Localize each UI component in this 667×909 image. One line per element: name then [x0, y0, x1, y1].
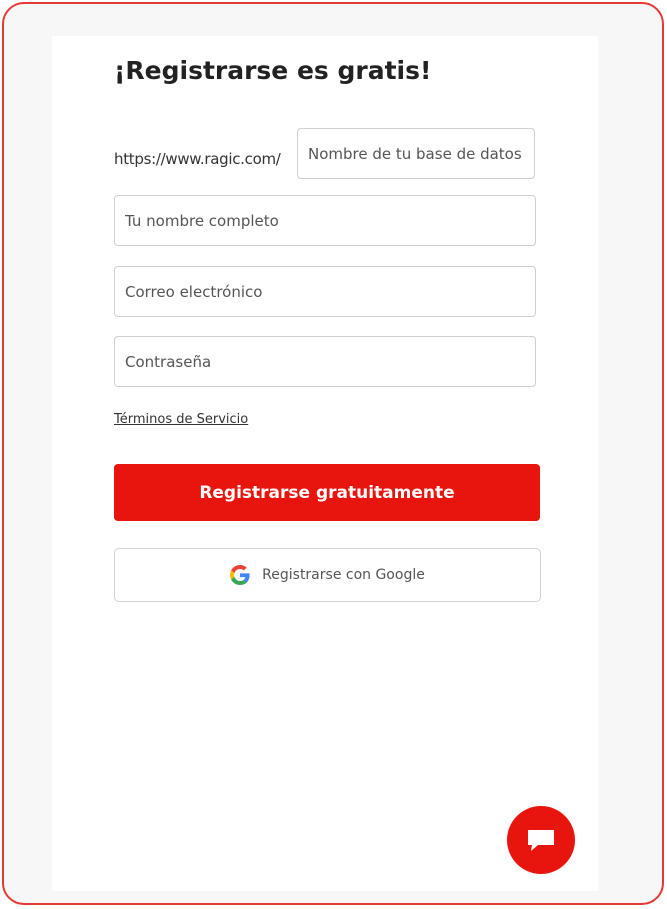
terms-of-service-link[interactable]: Términos de Servicio	[114, 412, 248, 427]
email-field[interactable]	[114, 266, 536, 317]
url-prefix-label: https://www.ragic.com/	[114, 150, 281, 168]
database-name-field[interactable]	[297, 128, 535, 179]
full-name-field[interactable]	[114, 195, 536, 246]
google-signup-button[interactable]: Registrarse con Google	[114, 548, 541, 602]
google-button-label: Registrarse con Google	[262, 567, 425, 583]
page-title: ¡Registrarse es gratis!	[114, 56, 432, 85]
chat-bubble-icon	[526, 827, 556, 853]
signup-button[interactable]: Registrarse gratuitamente	[114, 464, 540, 521]
google-icon	[230, 565, 250, 585]
password-field[interactable]	[114, 336, 536, 387]
signup-card: ¡Registrarse es gratis! https://www.ragi…	[52, 36, 598, 891]
chat-button[interactable]	[507, 806, 575, 874]
page-frame: ¡Registrarse es gratis! https://www.ragi…	[2, 2, 664, 905]
